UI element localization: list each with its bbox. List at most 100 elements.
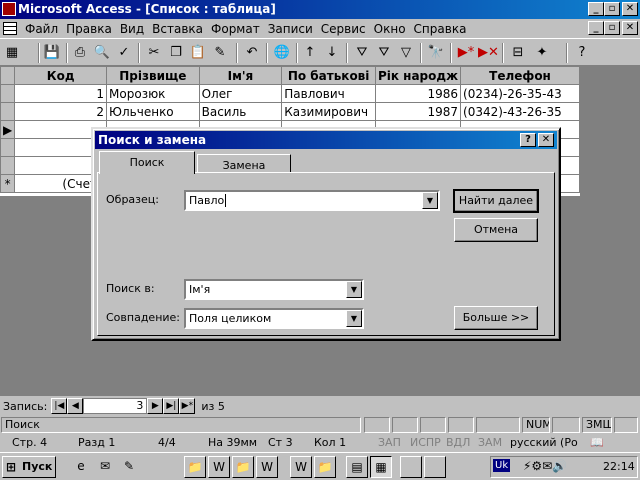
column-header[interactable]: Прізвище — [106, 66, 200, 85]
find-icon[interactable]: 🔭 — [426, 43, 446, 63]
menu-tools[interactable]: Сервис — [317, 22, 370, 36]
table-cell[interactable]: 1 — [14, 84, 108, 103]
maximize-button[interactable]: ▫ — [604, 2, 620, 16]
print-preview-icon[interactable]: 🔍 — [92, 43, 112, 63]
row-selector[interactable] — [0, 138, 16, 157]
menu-format[interactable]: Формат — [207, 22, 264, 36]
row-selector[interactable] — [0, 102, 16, 121]
table-cell[interactable]: 1987 — [374, 102, 462, 121]
table-cell[interactable]: 2 — [14, 102, 108, 121]
word-task-icon[interactable]: W — [290, 456, 312, 478]
cancel-button[interactable]: Отмена — [454, 218, 538, 242]
chevron-down-icon[interactable]: ▼ — [422, 192, 438, 209]
table-cell[interactable]: Казимирович — [281, 102, 376, 121]
table-icon[interactable] — [3, 22, 17, 35]
select-all-cell[interactable] — [0, 66, 16, 85]
position-indicator: На 39мм — [208, 436, 258, 449]
search-in-select[interactable]: Ім'я ▼ — [184, 279, 364, 300]
find-replace-dialog: Поиск и замена ? ✕ Поиск Замена Образец:… — [91, 127, 561, 341]
word-task-icon[interactable]: W — [256, 456, 278, 478]
language-indicator[interactable]: Uk — [493, 459, 511, 472]
menu-window[interactable]: Окно — [370, 22, 410, 36]
start-button[interactable]: ⊞ Пуск — [2, 456, 56, 478]
new-record-icon[interactable]: ▶* — [456, 43, 476, 63]
view-icon[interactable]: ▦ — [2, 43, 22, 63]
database-window-icon[interactable]: ⊟ — [508, 43, 528, 63]
chevron-down-icon[interactable]: ▼ — [346, 281, 362, 298]
window-task-icon[interactable]: ▤ — [346, 456, 368, 478]
access-task-icon[interactable]: ▦ — [370, 456, 392, 478]
table-cell[interactable]: Павлович — [281, 84, 376, 103]
sort-ascending-icon[interactable]: ↑ — [300, 43, 320, 63]
column-header[interactable]: Телефон — [460, 66, 580, 85]
table-cell[interactable]: (0234)-26-35-43 — [460, 84, 580, 103]
table-cell[interactable]: Василь — [198, 102, 283, 121]
table-cell[interactable]: Морозюк — [106, 84, 200, 103]
sort-descending-icon[interactable]: ↓ — [322, 43, 342, 63]
menu-help[interactable]: Справка — [410, 22, 471, 36]
menu-view[interactable]: Вид — [116, 22, 148, 36]
record-number-input[interactable]: 3 — [83, 398, 148, 414]
column-header[interactable]: По батькові — [281, 66, 376, 85]
table-cell[interactable]: Юльченко — [106, 102, 200, 121]
folder-task-icon[interactable]: 📁 — [184, 456, 206, 478]
next-record-button[interactable]: ▶ — [147, 398, 164, 414]
chevron-down-icon[interactable]: ▼ — [346, 310, 362, 327]
doc-minimize-button[interactable]: _ — [588, 21, 604, 35]
spelling-icon[interactable]: ✓ — [114, 43, 134, 63]
new-object-icon[interactable]: ✦ — [532, 43, 552, 63]
delete-record-icon[interactable]: ▶✕ — [478, 43, 499, 63]
menu-insert[interactable]: Вставка — [148, 22, 207, 36]
prev-record-button[interactable]: ◀ — [67, 398, 84, 414]
menu-file[interactable]: Файл — [21, 22, 62, 36]
empty-task-icon[interactable] — [424, 456, 446, 478]
doc-restore-button[interactable]: ▫ — [604, 21, 620, 35]
hyperlink-icon[interactable]: 🌐 — [272, 43, 292, 63]
match-select[interactable]: Поля целиком ▼ — [184, 308, 364, 329]
column-header[interactable]: Рік народж — [374, 66, 462, 85]
column-header[interactable]: Код — [14, 66, 108, 85]
dialog-help-button[interactable]: ? — [520, 133, 536, 147]
minimize-button[interactable]: _ — [588, 2, 604, 16]
table-cell[interactable]: Олег — [198, 84, 283, 103]
menu-edit[interactable]: Правка — [62, 22, 116, 36]
apply-filter-icon[interactable]: ▽ — [396, 43, 416, 63]
first-record-button[interactable]: |◀ — [51, 398, 68, 414]
channels-icon[interactable]: ✎ — [118, 456, 140, 478]
undo-icon[interactable]: ↶ — [242, 43, 262, 63]
paste-icon[interactable]: 📋 — [188, 43, 208, 63]
folder-task-icon[interactable]: 📁 — [232, 456, 254, 478]
table-cell[interactable]: 1986 — [374, 84, 462, 103]
empty-task-icon[interactable] — [400, 456, 422, 478]
help-icon[interactable]: ? — [572, 43, 592, 63]
ie-icon[interactable]: e — [70, 456, 92, 478]
tab-find[interactable]: Поиск — [99, 151, 195, 174]
cut-icon[interactable]: ✂ — [144, 43, 164, 63]
menu-records[interactable]: Записи — [264, 22, 317, 36]
filter-by-selection-icon[interactable]: ⛛ — [352, 43, 372, 63]
row-selector[interactable] — [0, 156, 16, 175]
dialog-close-button[interactable]: ✕ — [538, 133, 554, 147]
filter-by-form-icon[interactable]: ⛛ — [374, 43, 394, 63]
column-header[interactable]: Ім'я — [198, 66, 283, 85]
word-task-icon[interactable]: W — [208, 456, 230, 478]
new-record-button[interactable]: ▶* — [179, 398, 196, 414]
more-button[interactable]: Больше >> — [454, 306, 538, 330]
new-record-asterisk-icon[interactable]: * — [0, 174, 16, 193]
print-icon[interactable]: ⎙ — [70, 43, 90, 63]
format-painter-icon[interactable]: ✎ — [210, 43, 230, 63]
current-record-arrow-icon[interactable]: ▶ — [0, 120, 16, 139]
find-next-button[interactable]: Найти далее — [453, 189, 539, 213]
outlook-icon[interactable]: ✉ — [94, 456, 116, 478]
tab-replace[interactable]: Замена — [197, 154, 291, 173]
close-button[interactable]: ✕ — [622, 2, 638, 16]
tray-icons[interactable]: ⚡⚙✉🔊 — [523, 459, 567, 473]
copy-icon[interactable]: ❐ — [166, 43, 186, 63]
folder-task-icon[interactable]: 📁 — [314, 456, 336, 478]
table-cell[interactable]: (0342)-43-26-35 — [460, 102, 580, 121]
save-icon[interactable]: 💾 — [42, 43, 62, 63]
last-record-button[interactable]: ▶| — [163, 398, 180, 414]
pattern-input[interactable]: Павло ▼ — [184, 190, 440, 211]
doc-close-button[interactable]: ✕ — [622, 21, 638, 35]
row-selector[interactable] — [0, 84, 16, 103]
